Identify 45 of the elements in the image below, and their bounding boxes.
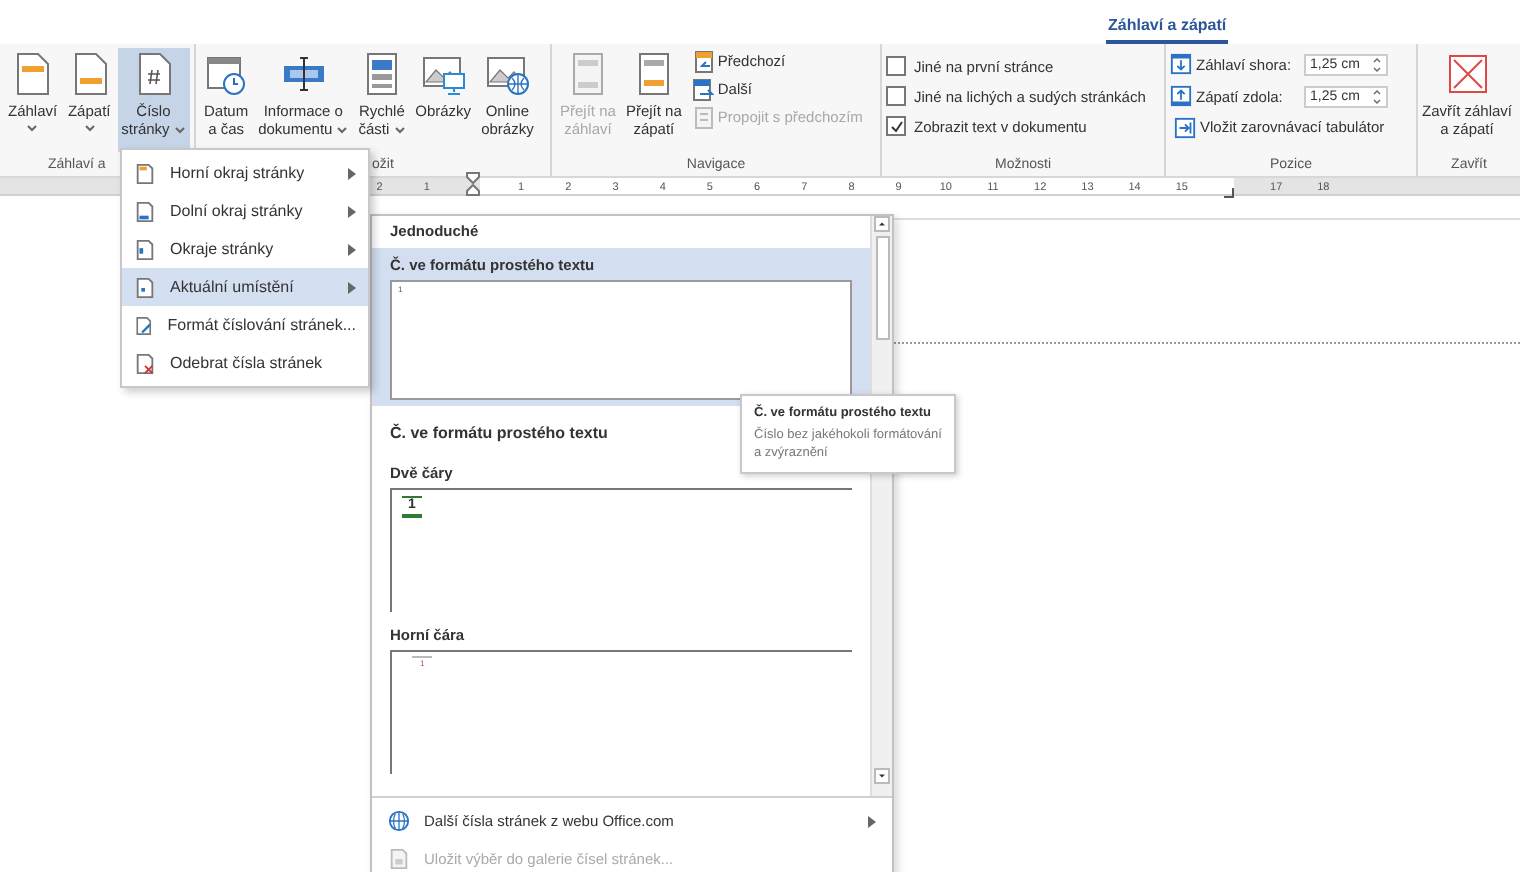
checkbox[interactable] [886, 116, 906, 136]
submenu-arrow-icon [868, 815, 876, 827]
gallery-heading: Č. ve formátu prostého textu [390, 421, 608, 446]
link-page-icon [691, 105, 714, 129]
caret-icon [26, 124, 39, 132]
close-icon [1445, 52, 1489, 96]
margin-page-icon [134, 237, 156, 261]
checkbox[interactable] [886, 86, 906, 106]
online-picture-icon [485, 52, 530, 96]
menu-item[interactable]: Formát číslování stránek... [122, 306, 368, 344]
caret-icon [336, 126, 349, 135]
tab-stop-icon[interactable] [1223, 188, 1234, 198]
submenu-arrow-icon [348, 167, 356, 179]
header-page-icon [134, 161, 156, 185]
caret-icon [173, 126, 186, 135]
tab-align-icon [1174, 115, 1196, 139]
menu-item[interactable]: Dolní okraj stránky [122, 192, 368, 230]
scrollbar-thumb[interactable] [875, 236, 889, 340]
menu-item[interactable]: Okraje stránky [122, 230, 368, 268]
checkbox[interactable] [886, 56, 906, 76]
format-page-icon [134, 313, 154, 337]
next-page-icon [691, 77, 714, 101]
globe-icon [388, 810, 410, 832]
picture-icon [421, 52, 466, 96]
scroll-up-icon[interactable] [874, 216, 890, 232]
indent-marker-icon[interactable] [466, 171, 481, 195]
remove-page-icon [134, 351, 156, 375]
scroll-down-icon[interactable] [874, 768, 890, 784]
spinner-icon[interactable] [1372, 87, 1382, 105]
submenu-arrow-icon [348, 243, 356, 255]
submenu-arrow-icon [348, 205, 356, 217]
menu-item[interactable]: Horní okraj stránky [122, 154, 368, 192]
footer-bottom-icon [1170, 84, 1192, 108]
submenu-arrow-icon [348, 281, 356, 293]
menu-item[interactable]: Odebrat čísla stránek [122, 344, 368, 382]
footer-page-icon [134, 199, 156, 223]
document-info-icon [281, 52, 326, 96]
calendar-clock-icon [204, 52, 249, 96]
previous-page-icon [691, 49, 714, 73]
caret-icon [83, 124, 96, 132]
header-top-icon [1170, 52, 1192, 76]
page-icon [134, 275, 156, 299]
spinner-icon[interactable] [1372, 55, 1382, 73]
menu-item[interactable]: Aktuální umístění [122, 268, 368, 306]
caret-icon [393, 126, 406, 135]
